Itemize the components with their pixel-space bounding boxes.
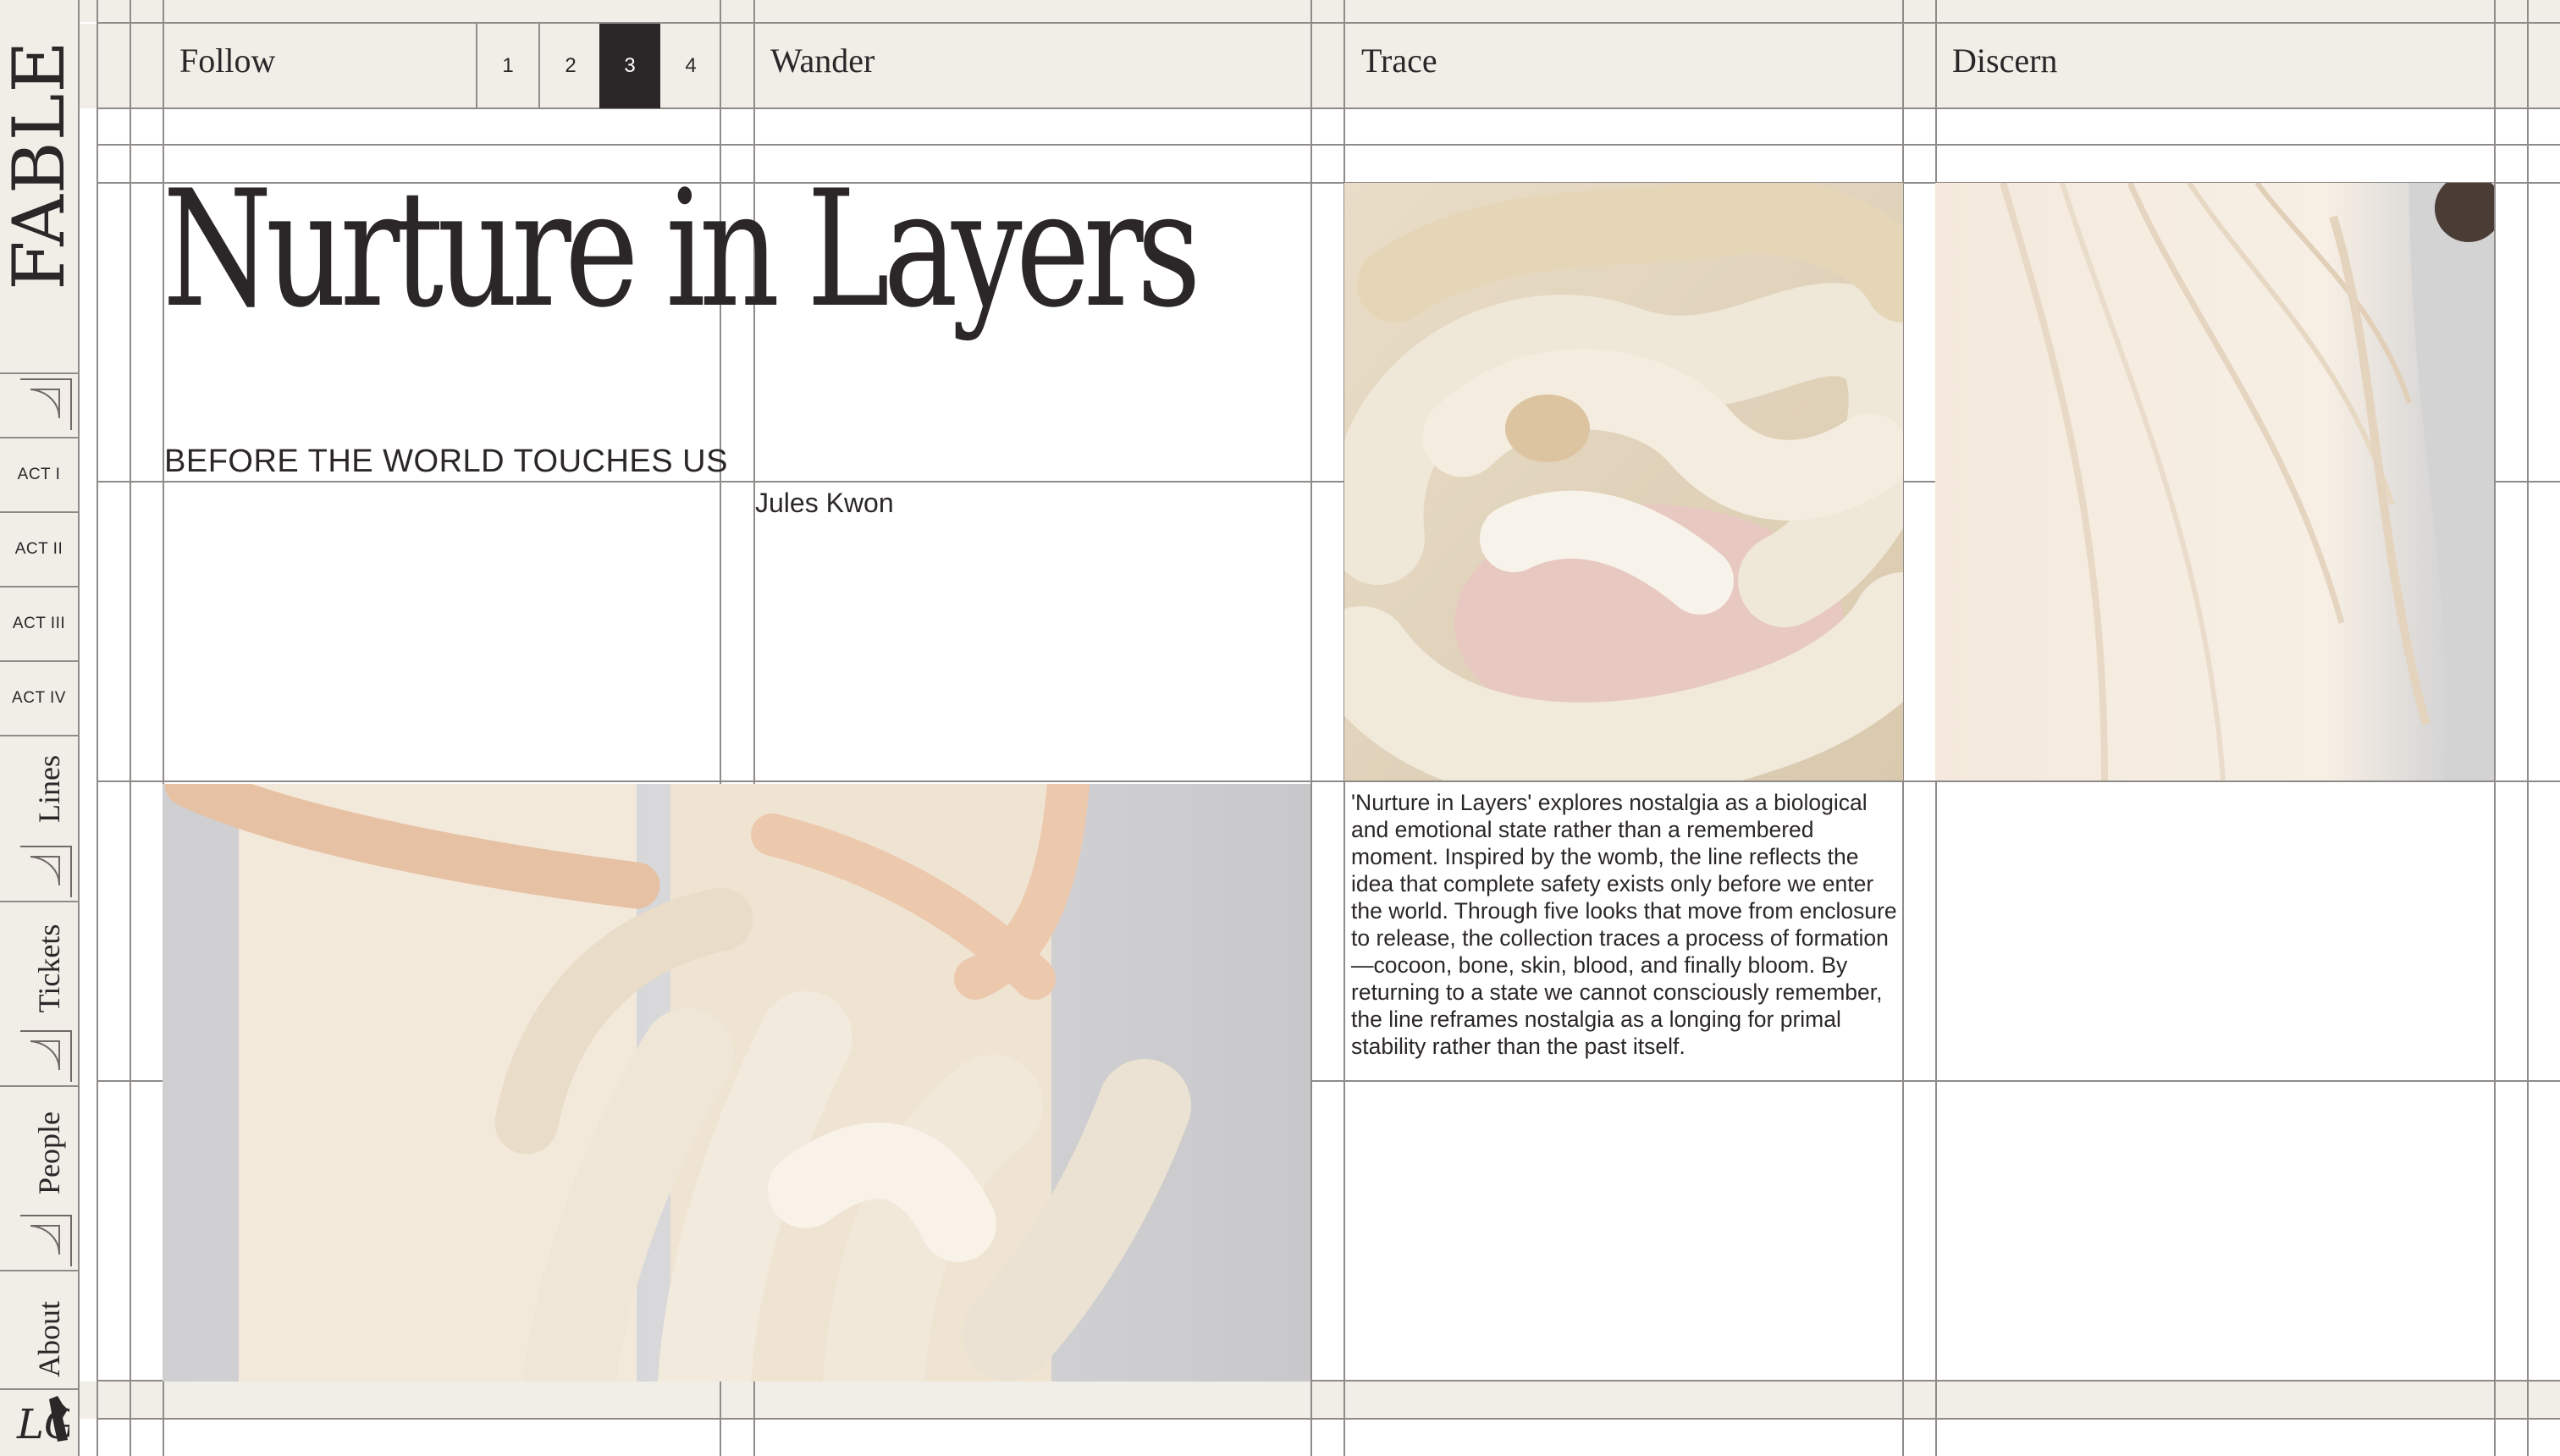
- corner-bracket-icon: [20, 846, 72, 897]
- top-strip: [78, 0, 2560, 22]
- top-nav-bar: [78, 24, 2560, 108]
- sidebar-item-lines[interactable]: Lines: [0, 735, 78, 843]
- lines-link[interactable]: Lines: [31, 755, 67, 823]
- brand-logo[interactable]: FABLE: [0, 40, 80, 290]
- act-4-label: ACT IV: [12, 689, 66, 707]
- sidebar-item-act-1[interactable]: ACT I: [0, 437, 78, 511]
- sidebar: FABLE ACT I ACT II ACT III ACT IV Lines …: [0, 0, 80, 1456]
- photo-cushions-closeup: [1344, 183, 1903, 780]
- photo-drape-detail: [1935, 183, 2494, 780]
- sidebar-item-act-3[interactable]: ACT III: [0, 586, 78, 660]
- page-button-1[interactable]: 1: [477, 24, 538, 108]
- nav-discern[interactable]: Discern: [1952, 41, 2057, 80]
- sidebar-item-people[interactable]: People: [0, 1085, 78, 1212]
- collection-description: 'Nurture in Layers' explores nostalgia a…: [1351, 790, 1897, 1059]
- corner-bracket-icon: [20, 378, 72, 430]
- tickets-link[interactable]: Tickets: [31, 924, 67, 1013]
- act-2-label: ACT II: [14, 540, 63, 558]
- about-link[interactable]: About: [31, 1301, 67, 1377]
- bottom-strip: [78, 1382, 2560, 1419]
- people-link[interactable]: People: [31, 1111, 67, 1194]
- page-button-3-active[interactable]: 3: [599, 24, 660, 108]
- designer-name: Jules Kwon: [755, 488, 894, 518]
- page-title: Nurture in Layers: [163, 156, 1201, 343]
- act-1-label: ACT I: [17, 466, 61, 483]
- page-subtitle: BEFORE THE WORLD TOUCHES US: [164, 444, 728, 479]
- corner-bracket-icon: [20, 1215, 72, 1266]
- sidebar-item-about[interactable]: About: [0, 1270, 78, 1388]
- page-button-2[interactable]: 2: [540, 24, 601, 108]
- nav-wander[interactable]: Wander: [770, 41, 874, 80]
- photo-model-look: [163, 784, 1310, 1382]
- act-3-label: ACT III: [12, 615, 66, 632]
- sidebar-item-tickets[interactable]: Tickets: [0, 901, 78, 1028]
- lg-monogram-icon[interactable]: LG: [15, 1393, 69, 1448]
- page-button-4[interactable]: 4: [660, 24, 721, 108]
- sidebar-item-act-2[interactable]: ACT II: [0, 511, 78, 586]
- nav-follow[interactable]: Follow: [179, 41, 275, 80]
- sidebar-item-act-4[interactable]: ACT IV: [0, 660, 78, 735]
- nav-trace[interactable]: Trace: [1361, 41, 1437, 80]
- corner-bracket-icon: [20, 1030, 72, 1082]
